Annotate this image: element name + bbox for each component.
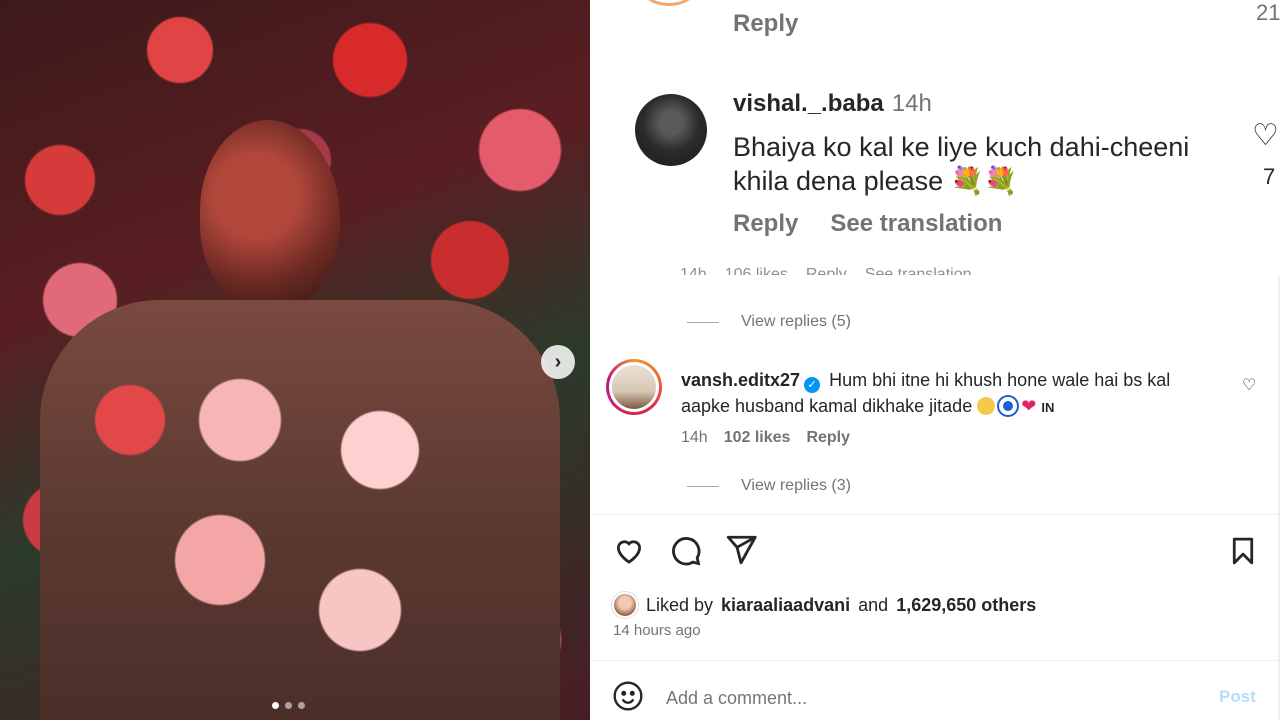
verified-badge-icon: ✓ — [804, 377, 821, 393]
chevron-right-icon[interactable]: › — [541, 345, 575, 379]
comment-time: 14h — [680, 266, 707, 275]
comment-icon[interactable] — [668, 533, 702, 572]
action-bar — [612, 533, 758, 572]
reply-button[interactable]: Reply — [806, 266, 847, 275]
comment-header: vishal._.baba 14h — [733, 90, 932, 118]
comment-time: 14h — [681, 429, 708, 446]
liked-by-and: and — [858, 594, 889, 615]
reply-button[interactable]: Reply — [806, 429, 850, 447]
reply-button[interactable]: Reply — [733, 10, 798, 38]
comment-text: vansh.editx27 ✓ Hum bhi itne hi khush hon… — [681, 367, 1221, 421]
comment-meta: 14h 102 likes Reply — [681, 429, 850, 447]
divider-line — [687, 485, 719, 487]
red-heart-emoji-icon: ❤ — [1021, 396, 1037, 416]
liked-by-others[interactable]: 1,629,650 others — [896, 595, 1036, 616]
liked-by-user[interactable]: kiaraaliaadvani — [721, 595, 850, 616]
heart-icon[interactable]: ♡ — [1242, 375, 1256, 395]
send-icon[interactable] — [724, 533, 758, 572]
add-comment-row — [612, 680, 1186, 717]
carousel-dots — [272, 702, 305, 709]
view-replies-button[interactable]: View replies (5) — [687, 313, 851, 331]
flag-in: IN — [1041, 400, 1055, 415]
person-head — [200, 120, 340, 310]
post-button[interactable]: Post — [1219, 687, 1256, 707]
avatar[interactable] — [612, 592, 638, 618]
see-translation-button[interactable]: See translation — [865, 266, 972, 275]
crying-emoji-icon — [977, 397, 996, 415]
comments-panel: Reply 21 vishal._.baba 14h Bhaiya ko kal … — [590, 0, 1280, 720]
divider — [590, 660, 1280, 661]
avatar[interactable] — [635, 94, 707, 166]
carousel-dot — [298, 702, 305, 709]
avatar[interactable] — [606, 359, 662, 415]
person-body — [40, 300, 560, 720]
nazar-emoji-icon — [999, 397, 1018, 415]
comment-input[interactable] — [666, 688, 1186, 709]
comment-likes[interactable]: 102 likes — [724, 429, 791, 447]
avatar — [638, 0, 700, 6]
view-replies-button[interactable]: View replies (3) — [687, 477, 851, 495]
reply-button[interactable]: Reply — [733, 210, 798, 238]
like-count: 21 — [1256, 0, 1280, 25]
view-replies-label: View replies (5) — [741, 313, 851, 330]
post-timestamp[interactable]: 14 hours ago — [613, 622, 701, 639]
post-photo[interactable]: › — [0, 0, 590, 720]
heart-icon[interactable] — [612, 533, 646, 572]
liked-by-prefix: Liked by — [646, 594, 714, 615]
view-replies-label: View replies (3) — [741, 477, 851, 494]
bookmark-icon[interactable] — [1228, 535, 1258, 567]
divider — [590, 514, 1280, 515]
comment-username[interactable]: vishal._.baba — [733, 90, 884, 117]
clipped-comment-meta: 14h 106 likes Reply See translation — [680, 266, 972, 275]
carousel-dot — [285, 702, 292, 709]
zoomed-comment-overlay: Reply 21 vishal._.baba 14h Bhaiya ko kal … — [590, 0, 1280, 275]
comment-likes[interactable]: 106 likes — [725, 266, 788, 275]
comment-text: Bhaiya ko kal ke liye kuch dahi-cheeni k… — [733, 132, 1190, 196]
emoji-icon[interactable] — [612, 680, 644, 717]
divider-line — [687, 321, 719, 323]
liked-by: Liked by kiaraaliaadvani and 1,629,650 o… — [612, 592, 1036, 618]
comment-username[interactable]: vansh.editx27 — [681, 370, 800, 390]
see-translation-button[interactable]: See translation — [830, 210, 1002, 238]
like-count: 7 — [1263, 164, 1276, 189]
comment-actions: Reply See translation — [733, 210, 1002, 238]
carousel-dot-active — [272, 702, 279, 709]
heart-icon[interactable]: ♡ — [1252, 118, 1279, 153]
comment-time: 14h — [891, 90, 932, 117]
